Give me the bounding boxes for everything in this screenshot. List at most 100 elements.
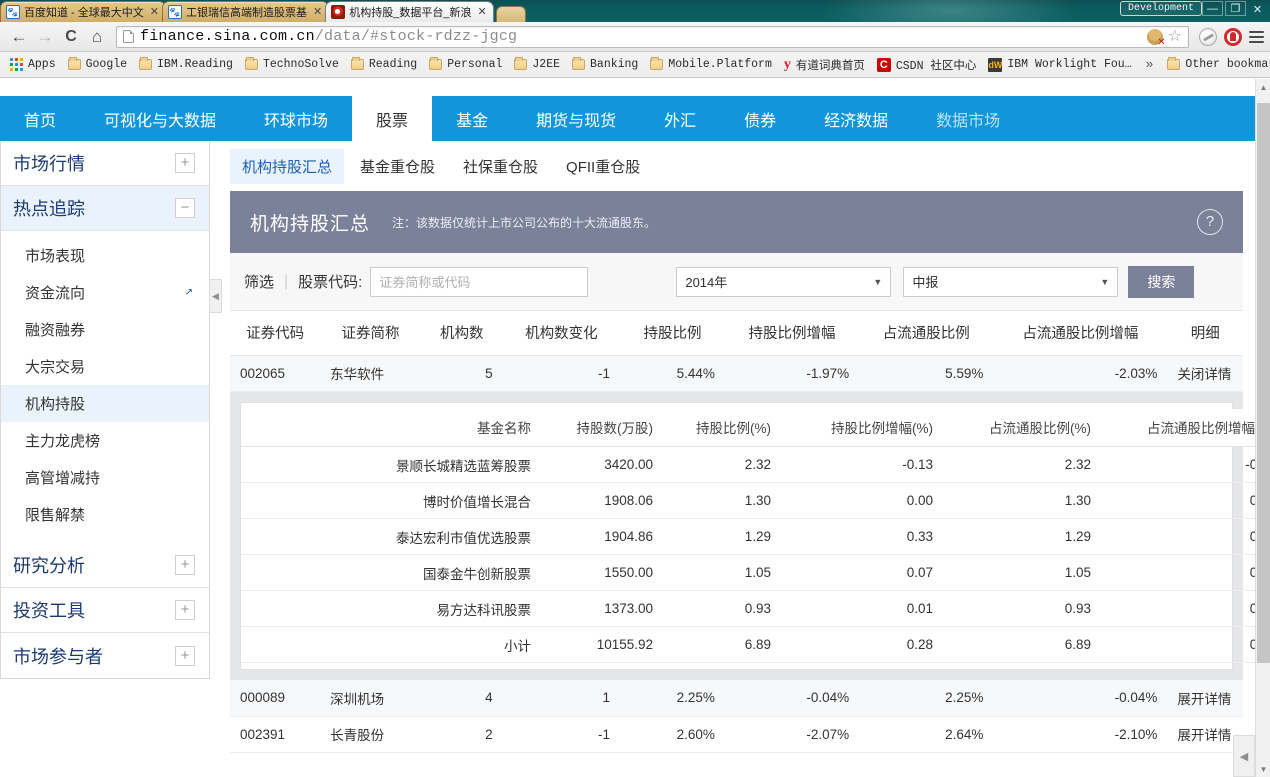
star-bookmark-icon[interactable]: ☆: [1168, 29, 1182, 45]
column-header-hold-ratio-chg[interactable]: 持股比例增幅: [725, 311, 859, 355]
detail-cell-ratio-chg: 0.28: [781, 627, 943, 663]
table-row[interactable]: 000089 深圳机场 4 1 2.25% -0.04% 2.25% -0.04…: [230, 680, 1243, 716]
detail-cell-ratio: 1.05: [663, 555, 781, 591]
year-select[interactable]: 2014年 ▼: [676, 267, 891, 297]
window-minimize-icon[interactable]: —: [1202, 1, 1223, 16]
sidebar-group-label: 市场行情: [13, 150, 85, 176]
page-scrollbar[interactable]: ▲ ▼: [1255, 79, 1270, 777]
period-select[interactable]: 中报 ▼: [903, 267, 1118, 297]
scrollbar-thumb[interactable]: [1257, 103, 1270, 663]
sidebar-collapse-handle[interactable]: ◀: [210, 279, 222, 313]
bookmark-item[interactable]: Reading: [345, 56, 423, 73]
scroll-up-arrow-icon[interactable]: ▲: [1256, 79, 1270, 95]
adblock-stop-icon[interactable]: [1224, 28, 1242, 46]
folder-icon: [68, 59, 81, 70]
home-icon[interactable]: ⌂: [84, 24, 110, 50]
plus-icon[interactable]: +: [175, 153, 195, 173]
chrome-menu-icon[interactable]: [1249, 31, 1264, 43]
bookmark-item[interactable]: dWIBM Worklight Fou…: [982, 56, 1137, 74]
nav-item-stocks[interactable]: 股票: [352, 96, 432, 141]
column-header-code[interactable]: 证券代码: [230, 311, 320, 355]
sidebar-group-research-analysis[interactable]: 研究分析 +: [1, 543, 209, 588]
table-row[interactable]: 002391 长青股份 2 -1 2.60% -2.07% 2.64% -2.1…: [230, 716, 1243, 752]
bookmark-item[interactable]: Personal: [423, 56, 508, 73]
detail-toggle-link[interactable]: 展开详情: [1167, 680, 1243, 716]
column-header-inst-change[interactable]: 机构数变化: [503, 311, 620, 355]
tab-qfii-stocks[interactable]: QFII重仓股: [554, 149, 652, 184]
nav-item-forex[interactable]: 外汇: [640, 96, 720, 141]
nav-item-funds[interactable]: 基金: [432, 96, 512, 141]
column-header-float-ratio-chg[interactable]: 占流通股比例增幅: [993, 311, 1167, 355]
window-restore-icon[interactable]: ❐: [1225, 1, 1246, 16]
detail-table-subtotal-row: 小计 10155.92 6.89 0.28 6.89 0.28: [241, 627, 1270, 663]
question-mark-icon[interactable]: ?: [1197, 209, 1223, 235]
bookmark-item[interactable]: y有道词典首页: [778, 55, 871, 75]
nav-item-bonds[interactable]: 债券: [720, 96, 800, 141]
tab-social-security-stocks[interactable]: 社保重仓股: [451, 149, 550, 184]
forward-arrow-icon[interactable]: →: [32, 24, 58, 50]
tab-close-icon[interactable]: ✕: [477, 7, 486, 18]
sidebar-group-investment-tools[interactable]: 投资工具 +: [1, 588, 209, 633]
bookmark-item[interactable]: Google: [62, 56, 133, 73]
bookmark-item[interactable]: CCSDN 社区中心: [871, 55, 983, 75]
sidebar-item-market-performance[interactable]: 市场表现: [1, 237, 209, 274]
browser-tab-active[interactable]: 机构持股_数据平台_新浪 ✕: [325, 1, 493, 22]
plus-icon[interactable]: +: [175, 646, 195, 666]
profile-blocked-icon[interactable]: [1147, 29, 1163, 45]
address-bar[interactable]: finance.sina.com.cn/data/#stock-rdzz-jgc…: [116, 26, 1189, 48]
reload-icon[interactable]: C: [58, 24, 84, 50]
nav-item-data-market[interactable]: 数据市场: [912, 96, 1024, 141]
table-row[interactable]: 002065 东华软件 5 -1 5.44% -1.97% 5.59% -2.0…: [230, 355, 1243, 391]
bookmark-other[interactable]: Other bookmarks: [1161, 56, 1270, 73]
bookmark-item[interactable]: Mobile.Platform: [644, 56, 778, 73]
nav-item-futures[interactable]: 期货与现货: [512, 96, 640, 141]
bookmark-item[interactable]: Banking: [566, 56, 644, 73]
external-link-icon[interactable]: ↗: [185, 287, 193, 298]
search-button[interactable]: 搜索: [1128, 266, 1194, 298]
nav-item-visualization[interactable]: 可视化与大数据: [80, 96, 240, 141]
column-header-float-ratio[interactable]: 占流通股比例: [859, 311, 993, 355]
sidebar-group-market-participants[interactable]: 市场参与者 +: [1, 633, 209, 678]
sidebar-item-top-list[interactable]: 主力龙虎榜: [1, 422, 209, 459]
right-panel-collapse-handle[interactable]: ◀: [1233, 735, 1255, 777]
scroll-down-arrow-icon[interactable]: ▼: [1256, 761, 1270, 777]
window-dev-badge: Development: [1120, 1, 1202, 16]
column-header-name[interactable]: 证券简称: [320, 311, 421, 355]
sidebar-item-margin-trading[interactable]: 融资融券: [1, 311, 209, 348]
sidebar-item-share-unlock[interactable]: 限售解禁: [1, 496, 209, 533]
browser-tab[interactable]: 工银瑞信高端制造股票基 ✕: [162, 1, 329, 22]
nav-item-economic-data[interactable]: 经济数据: [800, 96, 912, 141]
sidebar-group-hot-tracking[interactable]: 热点追踪 −: [1, 186, 209, 231]
column-header-hold-ratio[interactable]: 持股比例: [620, 311, 725, 355]
bookmark-item[interactable]: TechnoSolve: [239, 56, 345, 73]
dw-icon: dW: [988, 58, 1002, 72]
column-header-inst-count[interactable]: 机构数: [421, 311, 503, 355]
extension-circle-icon[interactable]: [1199, 28, 1217, 46]
minus-icon[interactable]: −: [175, 198, 195, 218]
detail-toggle-link[interactable]: 关闭详情: [1167, 355, 1243, 391]
nav-item-home[interactable]: 首页: [0, 96, 80, 141]
window-close-icon[interactable]: ✕: [1247, 0, 1268, 18]
plus-icon[interactable]: +: [175, 600, 195, 620]
cell-float-ratio: 5.59%: [859, 355, 993, 391]
tab-institutional-summary[interactable]: 机构持股汇总: [230, 149, 344, 184]
tab-close-icon[interactable]: ✕: [313, 7, 322, 18]
tab-fund-heavy-stocks[interactable]: 基金重仓股: [348, 149, 447, 184]
bookmark-item[interactable]: J2EE: [508, 56, 566, 73]
tab-close-icon[interactable]: ✕: [150, 7, 159, 18]
sidebar-item-executive-holdings[interactable]: 高管增减持: [1, 459, 209, 496]
sidebar-item-block-trades[interactable]: 大宗交易: [1, 348, 209, 385]
browser-tab[interactable]: 百度知道 - 全球最大中文 ✕: [0, 1, 166, 22]
detail-toggle-link[interactable]: 展开详情: [1167, 716, 1243, 752]
sidebar-group-market-quotes[interactable]: 市场行情 +: [1, 141, 209, 186]
new-tab-button[interactable]: [496, 6, 526, 22]
stock-code-input[interactable]: 证券简称或代码: [370, 267, 588, 297]
plus-icon[interactable]: +: [175, 555, 195, 575]
sidebar-item-capital-flow[interactable]: 资金流向↗: [1, 274, 209, 311]
nav-item-global-market[interactable]: 环球市场: [240, 96, 352, 141]
sidebar-item-institutional-holdings[interactable]: 机构持股: [1, 385, 209, 422]
bookmark-apps[interactable]: Apps: [4, 56, 62, 73]
bookmark-item[interactable]: IBM.Reading: [133, 56, 239, 73]
bookmarks-overflow-button[interactable]: »: [1138, 57, 1162, 72]
back-arrow-icon[interactable]: ←: [6, 24, 32, 50]
